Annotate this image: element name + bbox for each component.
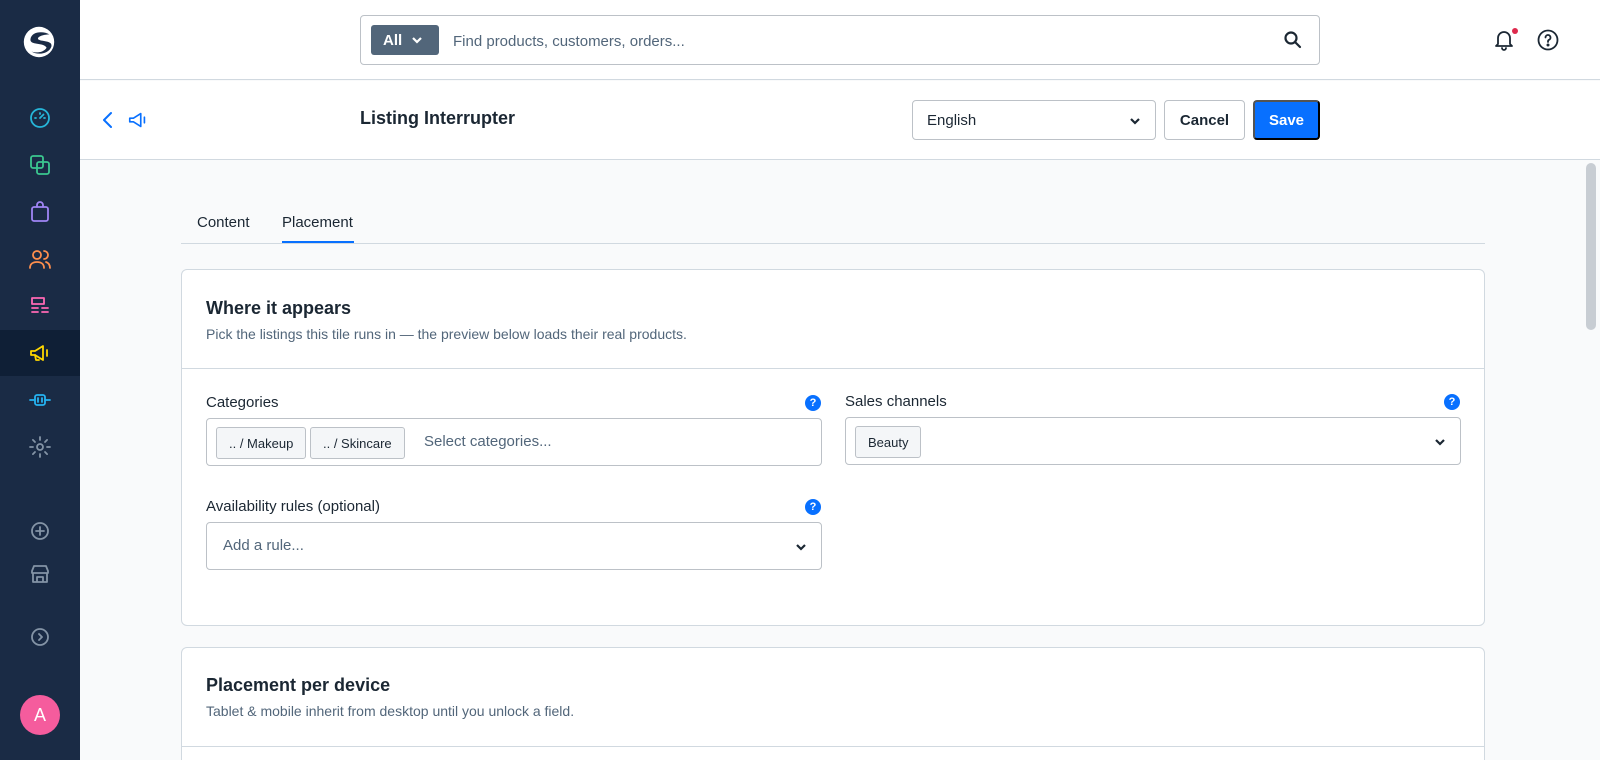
megaphone-icon (128, 112, 146, 128)
categories-help-icon[interactable]: ? (805, 395, 821, 411)
search-scope-label: All (383, 31, 403, 49)
where-it-appears-card: Where it appears Pick the listings this … (181, 269, 1485, 626)
card-title: Placement per device (206, 675, 391, 695)
stack-icon (30, 155, 50, 175)
shopping-bag-icon (31, 201, 49, 222)
content-list-icon (31, 297, 49, 313)
shopware-logo-icon[interactable] (20, 23, 58, 61)
gauge-icon (30, 108, 50, 128)
categories-placeholder: Select categories... (424, 433, 552, 450)
global-search: All (360, 15, 1320, 65)
search-scope-dropdown[interactable]: All (371, 25, 439, 55)
users-icon (29, 250, 51, 269)
availability-rules-label: Availability rules (optional) (206, 498, 380, 515)
store-icon (31, 565, 49, 583)
availability-rules-help-icon[interactable]: ? (805, 499, 821, 515)
sidebar-item-marketing[interactable] (0, 330, 80, 376)
plug-icon (29, 394, 51, 406)
user-avatar[interactable]: A (20, 695, 60, 735)
sales-channel-chip[interactable]: Beauty (855, 426, 922, 458)
tab-content[interactable]: Content (197, 214, 250, 231)
sales-channels-field[interactable]: Beauty (845, 417, 1461, 465)
sidebar-item-extensions[interactable] (0, 377, 80, 423)
megaphone-icon (30, 345, 48, 361)
chevron-down-icon (796, 544, 806, 551)
sidebar-expand-button[interactable] (0, 614, 80, 660)
chevron-right-circle-icon (31, 628, 49, 646)
back-arrow-icon[interactable] (98, 110, 118, 130)
categories-field[interactable]: .. / Makeup .. / Skincare Select categor… (206, 418, 822, 466)
search-input[interactable] (453, 29, 1233, 53)
availability-rules-field[interactable]: Add a rule... (206, 522, 822, 570)
search-icon[interactable] (1283, 30, 1303, 50)
category-chip[interactable]: .. / Makeup (216, 427, 307, 459)
gear-icon (29, 436, 51, 458)
card-divider (182, 368, 1484, 369)
save-button[interactable]: Save (1253, 100, 1320, 140)
language-select-value: English (927, 111, 977, 129)
sidebar-storefront-button[interactable] (0, 551, 80, 597)
detail-tabs: Content Placement (181, 200, 1485, 244)
placement-per-device-card: Placement per device Tablet & mobile inh… (181, 647, 1485, 760)
categories-label: Categories (206, 394, 279, 411)
sidebar-item-orders[interactable] (0, 189, 80, 235)
chevron-down-icon (412, 37, 422, 44)
chevron-down-icon (1130, 118, 1140, 125)
notification-badge (1512, 28, 1518, 34)
sidebar-item-catalogues[interactable] (0, 142, 80, 188)
page-scrollbar[interactable] (1586, 163, 1596, 330)
active-tab-indicator (282, 241, 354, 243)
top-bar: All (80, 0, 1600, 80)
card-subtitle: Pick the listings this tile runs in — th… (206, 326, 687, 342)
smart-bar: Listing Interrupter English Cancel Save (80, 81, 1600, 160)
tab-placement[interactable]: Placement (282, 214, 353, 231)
category-chip[interactable]: .. / Skincare (310, 427, 405, 459)
sidebar-item-customers[interactable] (0, 236, 80, 282)
help-icon[interactable] (1536, 28, 1560, 52)
chevron-down-icon (1435, 439, 1445, 446)
sidebar-item-content[interactable] (0, 283, 80, 329)
plus-circle-icon (31, 522, 49, 540)
page-title: Listing Interrupter (360, 108, 516, 128)
card-title: Where it appears (206, 298, 352, 318)
language-select[interactable]: English (912, 100, 1156, 140)
cancel-button[interactable]: Cancel (1164, 100, 1245, 140)
availability-rules-placeholder: Add a rule... (223, 537, 304, 554)
card-divider (182, 746, 1484, 747)
card-subtitle: Tablet & mobile inherit from desktop unt… (206, 703, 575, 719)
sidebar-item-dashboard[interactable] (0, 95, 80, 141)
sales-channels-label: Sales channels (845, 393, 947, 410)
sidebar-item-settings[interactable] (0, 424, 80, 470)
sales-channels-help-icon[interactable]: ? (1444, 394, 1460, 410)
admin-sidebar: A (0, 0, 80, 760)
sidebar-add-button[interactable] (0, 508, 80, 554)
